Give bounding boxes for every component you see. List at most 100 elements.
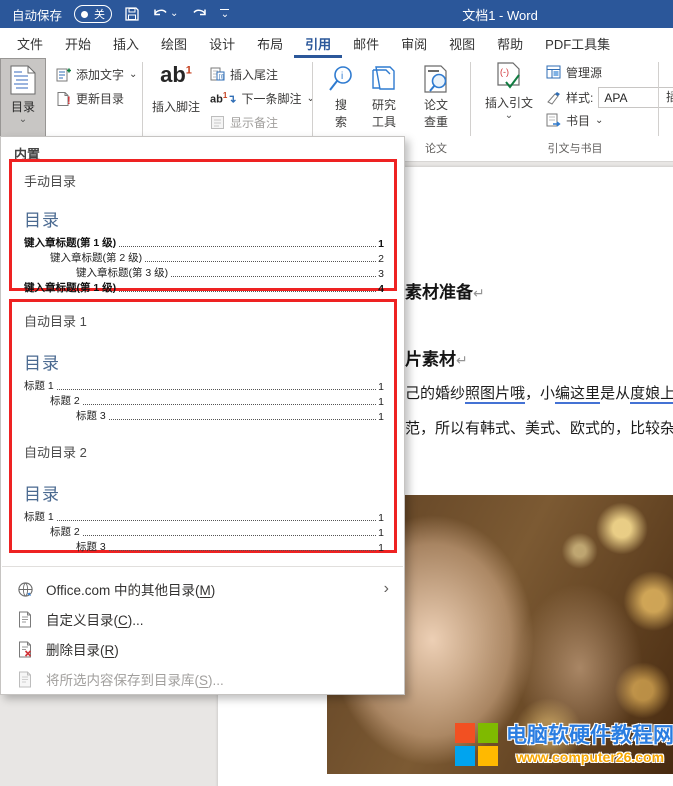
style-dropdown[interactable]: APA ⌄ [598,87,673,108]
tab-文件[interactable]: 文件 [6,28,54,58]
search-label-2: 索 [334,115,347,129]
toc-preview-row: 键入章标题(第 3 级) 3 [76,267,384,280]
group-divider [470,62,471,136]
style-value: APA [604,90,628,105]
tab-审阅[interactable]: 审阅 [390,28,438,58]
undo-dropdown-icon[interactable]: ⌄ [170,9,178,19]
update-toc-icon: ! [57,92,71,106]
menu-item-M[interactable]: Office.com 中的其他目录(M) › [2,574,403,604]
paper-check-button[interactable]: 论文 查重 [410,64,462,130]
toc-button-label: 目录 [10,100,35,114]
redo-button[interactable] [190,6,208,22]
manual-toc-gallery-item[interactable]: 手动目录 目录 键入章标题(第 1 级) 1 键入章标题(第 2 级) 2 键入章标题(… [9,159,397,295]
manual-toc-entries: 键入章标题(第 1 级) 1 键入章标题(第 2 级) 2 键入章标题(第 3 级) 3 键… [24,235,384,295]
paper-group-label: 论文 [425,143,447,155]
research-tools-button[interactable]: 研究 工具 [364,64,404,130]
toc-preview-row: 键入章标题(第 1 级) 4 [24,282,384,295]
paper-check-icon [424,65,447,93]
tab-布局[interactable]: 布局 [246,28,294,58]
toc-preview-row: 标题 11 [24,380,384,393]
auto1-name: 自动目录 1 [24,314,87,329]
next-footnote-button[interactable]: ab1↴ 下一条脚注 ⌄ [210,90,315,107]
footnote-ab-icon: ab1 [160,62,192,87]
menu-item-C[interactable]: 自定义目录(C)... [2,604,403,634]
svg-text:i: i [341,71,343,82]
chevron-down-icon: ⌄ [595,114,604,126]
automatic-toc-gallery-items[interactable]: 自动目录 1 目录 标题 1 1 标题 2 1 标题 31 自动目录 2 目录 标题 1… [9,299,397,554]
insert-citation-icon: (-) [497,62,520,89]
auto1-title: 目录 [24,354,60,373]
globe-icon [16,580,34,598]
style-label: 样式: [566,91,594,105]
citations-group-label: 引文与书目 [547,143,603,155]
window-title: 文档1 - Word [462,7,538,23]
tab-绘图[interactable]: 绘图 [150,28,198,58]
auto2-name: 自动目录 2 [24,445,87,460]
add-text-label: 添加文字 [76,68,125,82]
search-label-1: 搜 [334,98,347,112]
chevron-down-icon: ⌄ [504,110,514,121]
page-delete-icon [16,640,34,658]
paper-check-label-2: 查重 [423,115,448,129]
tab-PDF工具集[interactable]: PDF工具集 [534,28,621,58]
paragraph-mark: ↵ [456,352,468,368]
show-notes-label: 显示备注 [230,116,279,130]
add-text-icon [56,68,71,82]
tab-邮件[interactable]: 邮件 [342,28,390,58]
update-toc-label: 更新目录 [76,92,125,106]
show-notes-icon [211,116,224,129]
menu-separator [2,566,403,567]
tab-插入[interactable]: 插入 [102,28,150,58]
customize-qat-icon[interactable]: ⌄ [220,8,230,20]
toc-button[interactable]: 目录 ⌄ [0,58,46,138]
bibliography-button[interactable]: 书目 ⌄ [546,112,603,129]
watermark-url: www.computer26.com [515,748,665,765]
update-toc-button[interactable]: ! 更新目录 [56,90,124,107]
svg-text:[i]: [i] [219,75,224,81]
smart-search-button[interactable]: i 搜 索 [322,64,360,130]
show-notes-button: 显示备注 [210,114,278,131]
insert-citation-label: 插入引文 [484,96,533,110]
doc-heading-1: 素材准备↵ [405,283,485,302]
auto2-entries: 标题 1 1 标题 2 1 标题 31 [24,509,384,554]
doc-paragraph-line: 己的婚纱照图片哦，小编这里是从度娘上 [405,382,673,404]
manual-toc-title: 目录 [24,211,60,230]
insert-endnote-button[interactable]: [i] 插入尾注 [210,66,278,83]
group-divider [658,62,659,136]
manage-sources-label: 管理源 [566,66,603,80]
tab-设计[interactable]: 设计 [198,28,246,58]
bibliography-icon [546,113,561,127]
menu-item-S: 将所选内容保存到目录库(S)... [2,664,403,694]
insert-footnote-button[interactable]: ab1 插入脚注 [150,64,202,115]
style-brush-icon [547,92,560,105]
doc-paragraph-line: 范，所以有韩式、美式、欧式的，比较杂， [405,420,673,437]
tab-开始[interactable]: 开始 [54,28,102,58]
manage-sources-button[interactable]: 管理源 [546,64,602,81]
menu-item-label: Office.com 中的其他目录(M) [46,583,216,598]
insert-footnote-label: 插入脚注 [151,100,200,114]
autosave-state: 关 [94,9,106,21]
undo-button[interactable]: ⌄ [152,6,178,22]
add-text-button[interactable]: 添加文字 ⌄ [56,66,137,83]
toggle-dot-icon [81,10,89,18]
partial-ribbon-button: 插 [666,90,673,104]
autosave-toggle[interactable]: 关 [74,5,113,23]
svg-text:!: ! [67,95,71,106]
paragraph-mark: ↵ [473,285,485,301]
ribbon-tab-strip: 文件 开始 插入 绘图 设计 布局 引用 邮件 审阅 视图 帮助 PDF工具集 [0,28,673,58]
menu-item-R[interactable]: 删除目录(R) [2,634,403,664]
save-icon[interactable] [124,6,140,22]
chevron-down-icon: ⌄ [18,114,28,125]
tab-引用[interactable]: 引用 [294,28,342,58]
svg-text:(-): (-) [500,67,509,77]
submenu-arrow-icon: › [383,580,389,597]
group-divider [142,62,143,136]
toc-preview-row: 标题 21 [50,395,384,408]
manage-sources-icon [546,65,561,79]
insert-endnote-label: 插入尾注 [230,68,279,82]
insert-citation-button[interactable]: (-) 插入引文 ⌄ [480,62,538,121]
tab-视图[interactable]: 视图 [438,28,486,58]
style-select: 样式: APA ⌄ [546,87,673,108]
tab-帮助[interactable]: 帮助 [486,28,534,58]
toc-preview-row: 键入章标题(第 1 级) 1 [24,237,384,250]
